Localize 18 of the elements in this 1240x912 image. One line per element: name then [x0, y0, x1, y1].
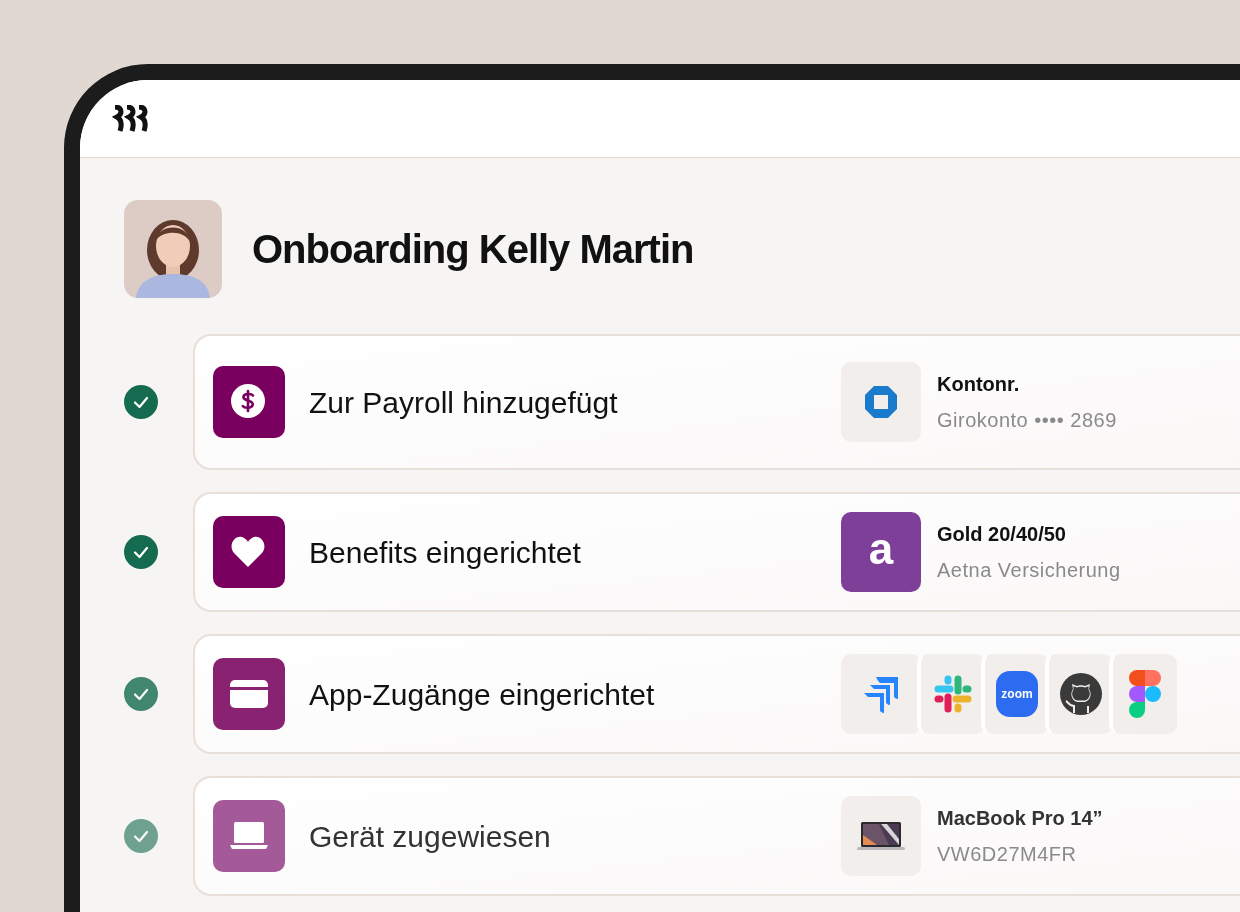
- detail-title: Kontonr.: [937, 372, 1021, 397]
- detail-subtitle: VW6D27M4FR: [937, 842, 1078, 867]
- page-title: Onboarding Kelly Martin: [252, 226, 694, 273]
- detail-title: Gold 20/40/50: [937, 522, 1067, 547]
- cat-silhouette-icon: [1059, 672, 1103, 716]
- detail-subtitle: Girokonto •••• 2869: [937, 408, 1117, 433]
- app-logo: zoom: [996, 671, 1038, 717]
- detail-title: MacBook Pro 14”: [937, 806, 1103, 831]
- logo-icon[interactable]: [112, 104, 150, 133]
- task-label: App-Zugänge eingerichtet: [309, 676, 656, 713]
- task-label: Benefits eingerichtet: [309, 534, 582, 571]
- task-label: Zur Payroll hinzugefügt: [309, 384, 619, 421]
- insurer-logo: a: [841, 512, 921, 592]
- pinwheel-icon: [934, 675, 972, 713]
- detail-subtitle: Aetna Versicherung: [937, 558, 1121, 583]
- task-label: Gerät zugewiesen: [309, 818, 552, 855]
- stacked-chevrons-icon: [862, 675, 900, 713]
- shapes-stack-icon: [1129, 670, 1161, 718]
